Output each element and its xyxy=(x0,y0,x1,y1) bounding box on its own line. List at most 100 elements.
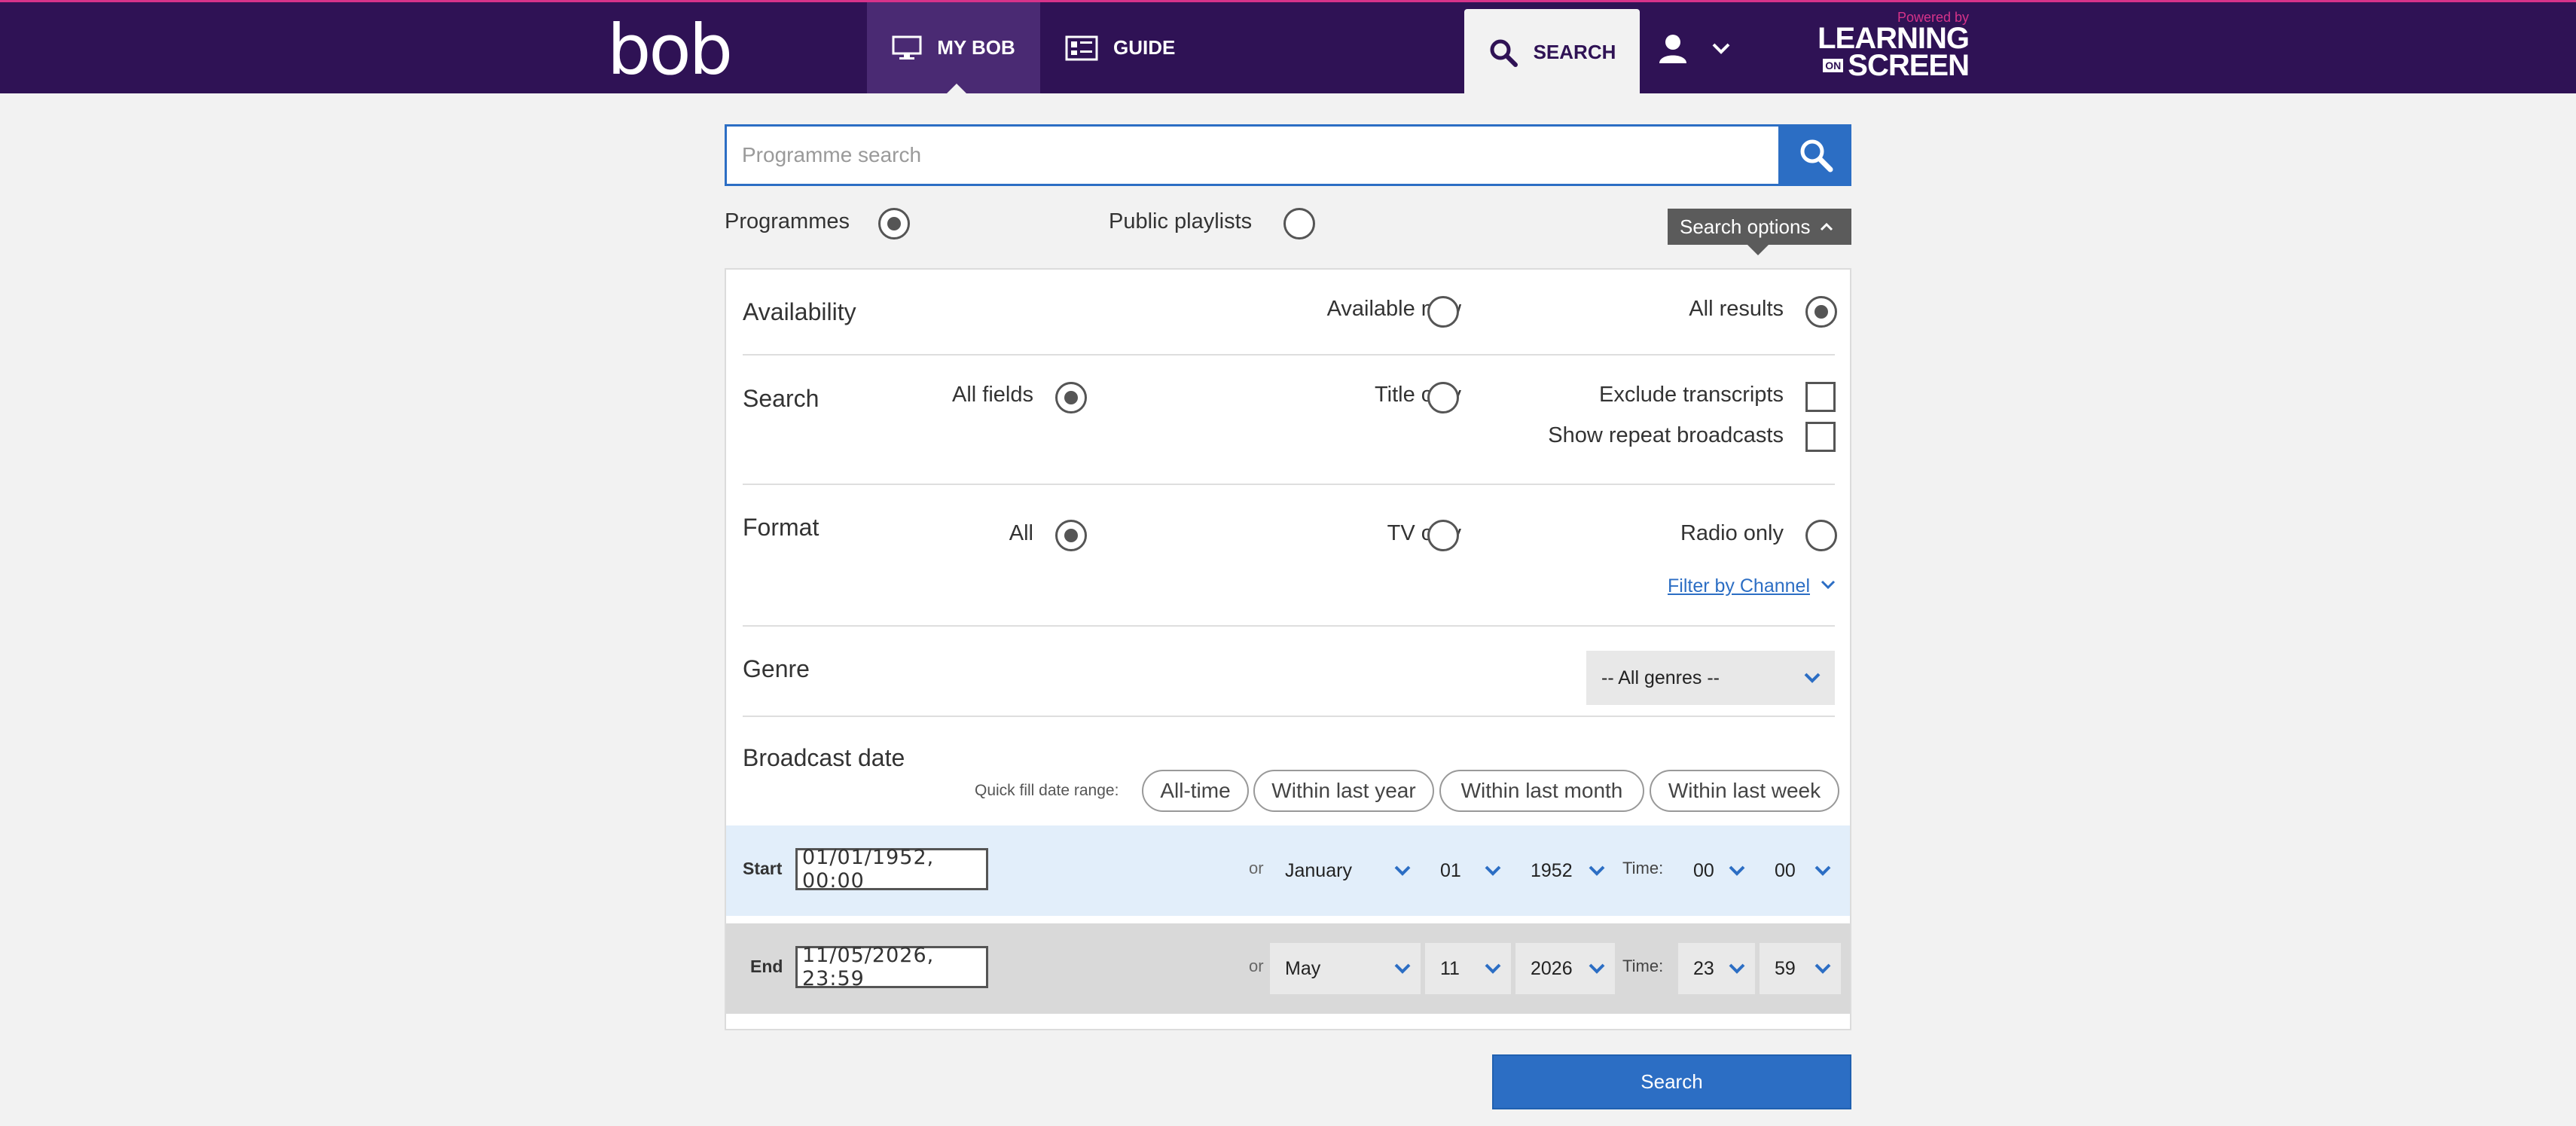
brand-screen: SCREEN xyxy=(1848,49,1970,82)
search-submit-icon-button[interactable] xyxy=(1781,124,1851,186)
end-minute-value: 59 xyxy=(1775,957,1796,979)
quick-fill-label: Quick fill date range: xyxy=(975,782,1119,799)
all-fields-radio[interactable] xyxy=(1055,382,1087,413)
chevron-down-icon xyxy=(1814,963,1831,974)
nav-my-bob[interactable]: MY BOB xyxy=(867,2,1040,96)
options-pointer xyxy=(1747,245,1769,255)
start-hour-value: 00 xyxy=(1693,859,1714,881)
chevron-down-icon xyxy=(1394,865,1411,876)
divider xyxy=(743,625,1835,627)
active-nav-caret xyxy=(945,84,969,96)
genre-select[interactable]: -- All genres -- xyxy=(1586,651,1835,705)
quick-fill-last-year[interactable]: Within last year xyxy=(1253,770,1434,812)
programme-search-bar xyxy=(725,124,1851,186)
end-day-value: 11 xyxy=(1440,957,1460,979)
start-day-value: 01 xyxy=(1440,859,1461,881)
start-year-select[interactable]: 1952 xyxy=(1515,845,1615,896)
end-year-value: 2026 xyxy=(1531,957,1573,979)
brand-learning: LEARNING xyxy=(1818,22,1970,55)
quick-fill-last-week[interactable]: Within last week xyxy=(1650,770,1839,812)
search-options-panel: Availability Available now All results S… xyxy=(725,268,1851,1030)
search-options-toggle[interactable]: Search options xyxy=(1668,209,1851,255)
end-hour-select[interactable]: 23 xyxy=(1678,943,1755,994)
start-minute-value: 00 xyxy=(1775,859,1796,881)
end-hour-value: 23 xyxy=(1693,957,1714,979)
broadcast-date-title: Broadcast date xyxy=(743,744,905,771)
exclude-transcripts-label: Exclude transcripts xyxy=(1599,383,1784,407)
programme-search-input[interactable] xyxy=(725,124,1781,186)
genre-selected-value: -- All genres -- xyxy=(1601,667,1720,688)
nav-search-label: SEARCH xyxy=(1533,41,1616,63)
nav-search[interactable]: SEARCH xyxy=(1464,9,1640,96)
chevron-down-icon xyxy=(1814,865,1831,876)
all-results-radio[interactable] xyxy=(1805,296,1837,328)
show-repeat-broadcasts-checkbox[interactable] xyxy=(1805,422,1836,452)
end-year-select[interactable]: 2026 xyxy=(1515,943,1615,994)
programmes-label: Programmes xyxy=(725,209,850,233)
start-time-label: Time: xyxy=(1622,859,1664,877)
tv-only-radio[interactable] xyxy=(1427,520,1459,551)
show-repeat-broadcasts-label: Show repeat broadcasts xyxy=(1548,423,1784,447)
search-icon xyxy=(1800,139,1833,172)
search-submit-button[interactable]: Search xyxy=(1492,1054,1851,1109)
start-or-text: or xyxy=(1249,859,1264,877)
available-now-radio[interactable] xyxy=(1427,296,1459,328)
search-icon xyxy=(1490,39,1518,67)
chevron-down-icon xyxy=(1394,963,1411,974)
end-or-text: or xyxy=(1249,957,1264,975)
start-year-value: 1952 xyxy=(1531,859,1573,881)
end-minute-select[interactable]: 59 xyxy=(1760,943,1841,994)
public-playlists-label: Public playlists xyxy=(1109,209,1253,233)
guide-icon xyxy=(1065,35,1098,60)
start-month-select[interactable]: January xyxy=(1270,845,1421,896)
chevron-down-icon xyxy=(1485,963,1501,974)
search-fields-title: Search xyxy=(743,385,819,412)
divider xyxy=(743,354,1835,355)
format-all-radio[interactable] xyxy=(1055,520,1087,551)
format-title: Format xyxy=(743,514,819,541)
user-menu[interactable] xyxy=(1657,2,1732,93)
divider xyxy=(743,716,1835,717)
chevron-down-icon xyxy=(1729,963,1745,974)
start-datetime-input[interactable]: 01/01/1952, 00:00 xyxy=(795,846,988,893)
learning-on-screen-logo[interactable]: Powered by LEARNING ON SCREEN xyxy=(1811,10,1970,85)
user-icon xyxy=(1659,34,1686,63)
end-month-select[interactable]: May xyxy=(1270,943,1421,994)
availability-title: Availability xyxy=(743,298,856,325)
nav-guide-label: GUIDE xyxy=(1113,36,1176,59)
genre-title: Genre xyxy=(743,655,810,682)
end-day-select[interactable]: 11 xyxy=(1425,943,1511,994)
start-hour-select[interactable]: 00 xyxy=(1678,845,1755,896)
end-datetime-input[interactable]: 11/05/2026, 23:59 xyxy=(795,944,988,990)
start-month-value: January xyxy=(1285,859,1352,881)
divider xyxy=(743,484,1835,485)
chevron-down-icon xyxy=(1589,963,1605,974)
bob-logo[interactable]: bob xyxy=(607,16,733,85)
title-only-radio[interactable] xyxy=(1427,382,1459,413)
quick-fill-last-month[interactable]: Within last month xyxy=(1439,770,1644,812)
all-fields-label: All fields xyxy=(952,383,1033,407)
quick-fill-all-time[interactable]: All-time xyxy=(1142,770,1249,812)
end-label: End xyxy=(750,957,783,976)
end-time-label: Time: xyxy=(1622,957,1664,975)
start-day-select[interactable]: 01 xyxy=(1425,845,1511,896)
all-results-label: All results xyxy=(1689,297,1784,321)
top-navigation-bar: bob MY BOB GUIDE SEARCH Powered by LEARN… xyxy=(0,0,2576,96)
exclude-transcripts-checkbox[interactable] xyxy=(1805,382,1836,412)
chevron-down-icon xyxy=(1729,865,1745,876)
start-label: Start xyxy=(743,859,783,878)
nav-guide[interactable]: GUIDE xyxy=(1062,2,1213,93)
chevron-down-icon xyxy=(1804,673,1821,683)
chevron-down-icon[interactable] xyxy=(1820,578,1836,590)
programmes-radio[interactable] xyxy=(878,208,910,240)
monitor-icon xyxy=(892,35,922,60)
end-month-value: May xyxy=(1285,957,1321,979)
radio-only-radio[interactable] xyxy=(1805,520,1837,551)
brand-on: ON xyxy=(1823,59,1844,72)
public-playlists-radio[interactable] xyxy=(1283,208,1315,240)
end-date-row: End 11/05/2026, 23:59 or May 11 2026 Tim… xyxy=(726,923,1850,1014)
filter-by-channel-link[interactable]: Filter by Channel xyxy=(1668,575,1810,597)
start-minute-select[interactable]: 00 xyxy=(1760,845,1841,896)
search-options-label: Search options xyxy=(1680,215,1811,238)
chevron-down-icon xyxy=(1589,865,1605,876)
